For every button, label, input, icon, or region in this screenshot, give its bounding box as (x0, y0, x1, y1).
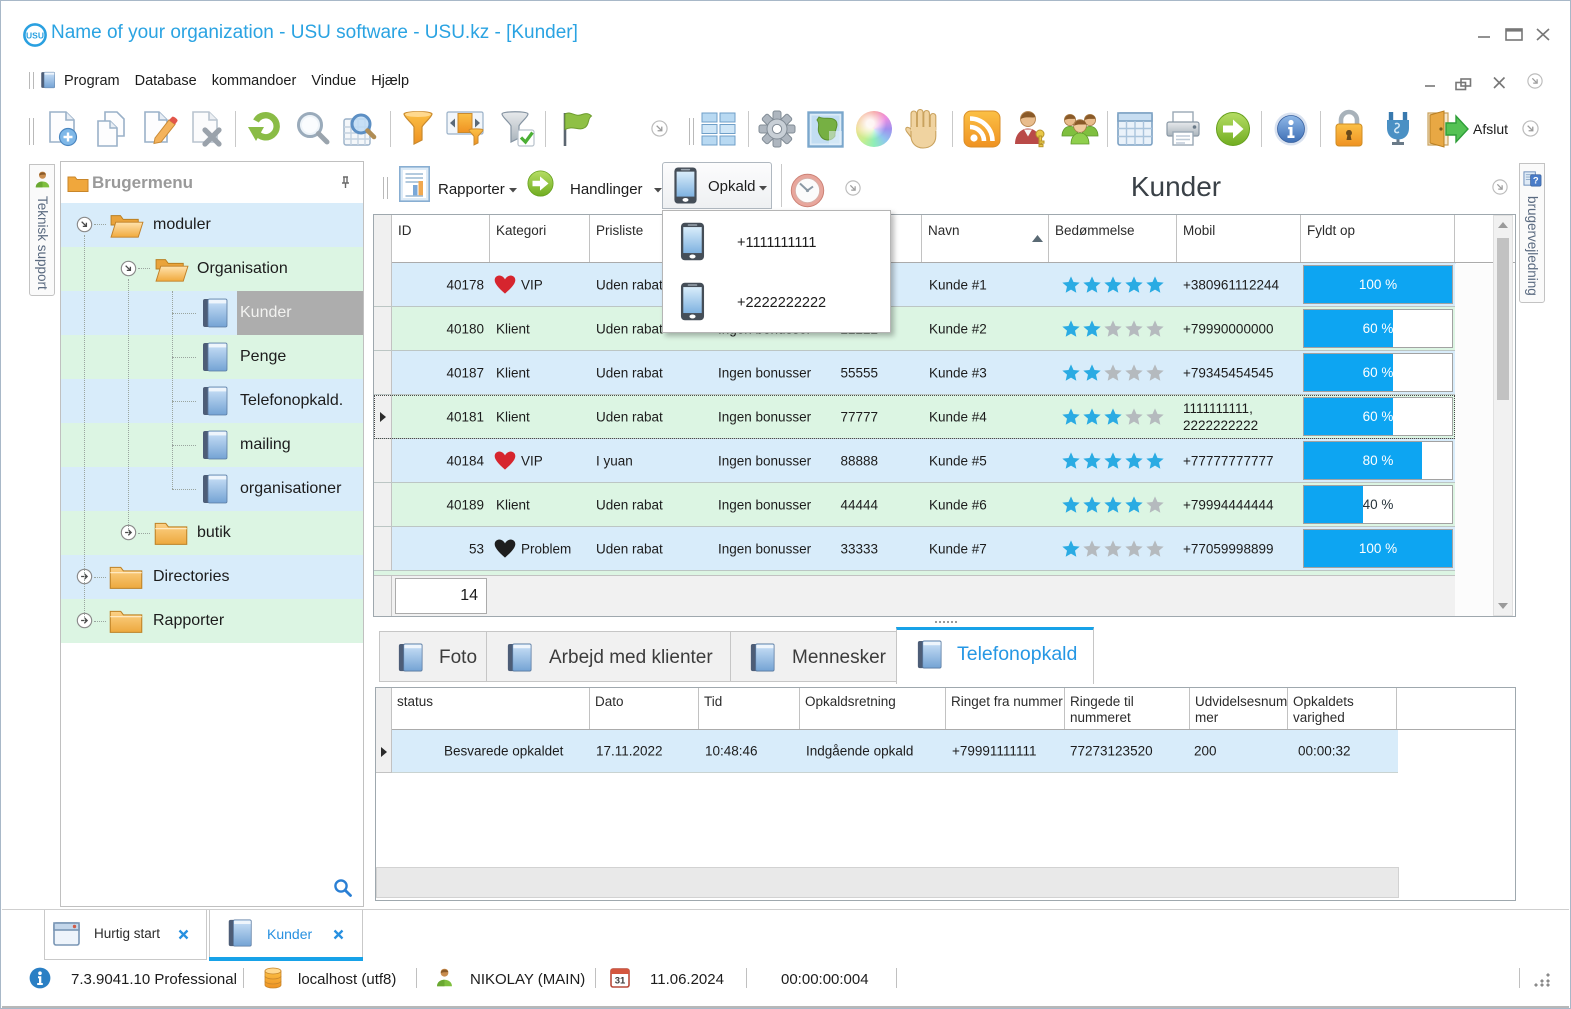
svg-text:USU: USU (26, 31, 44, 41)
svg-text:31: 31 (615, 976, 626, 987)
svg-text:?: ? (1533, 176, 1539, 187)
